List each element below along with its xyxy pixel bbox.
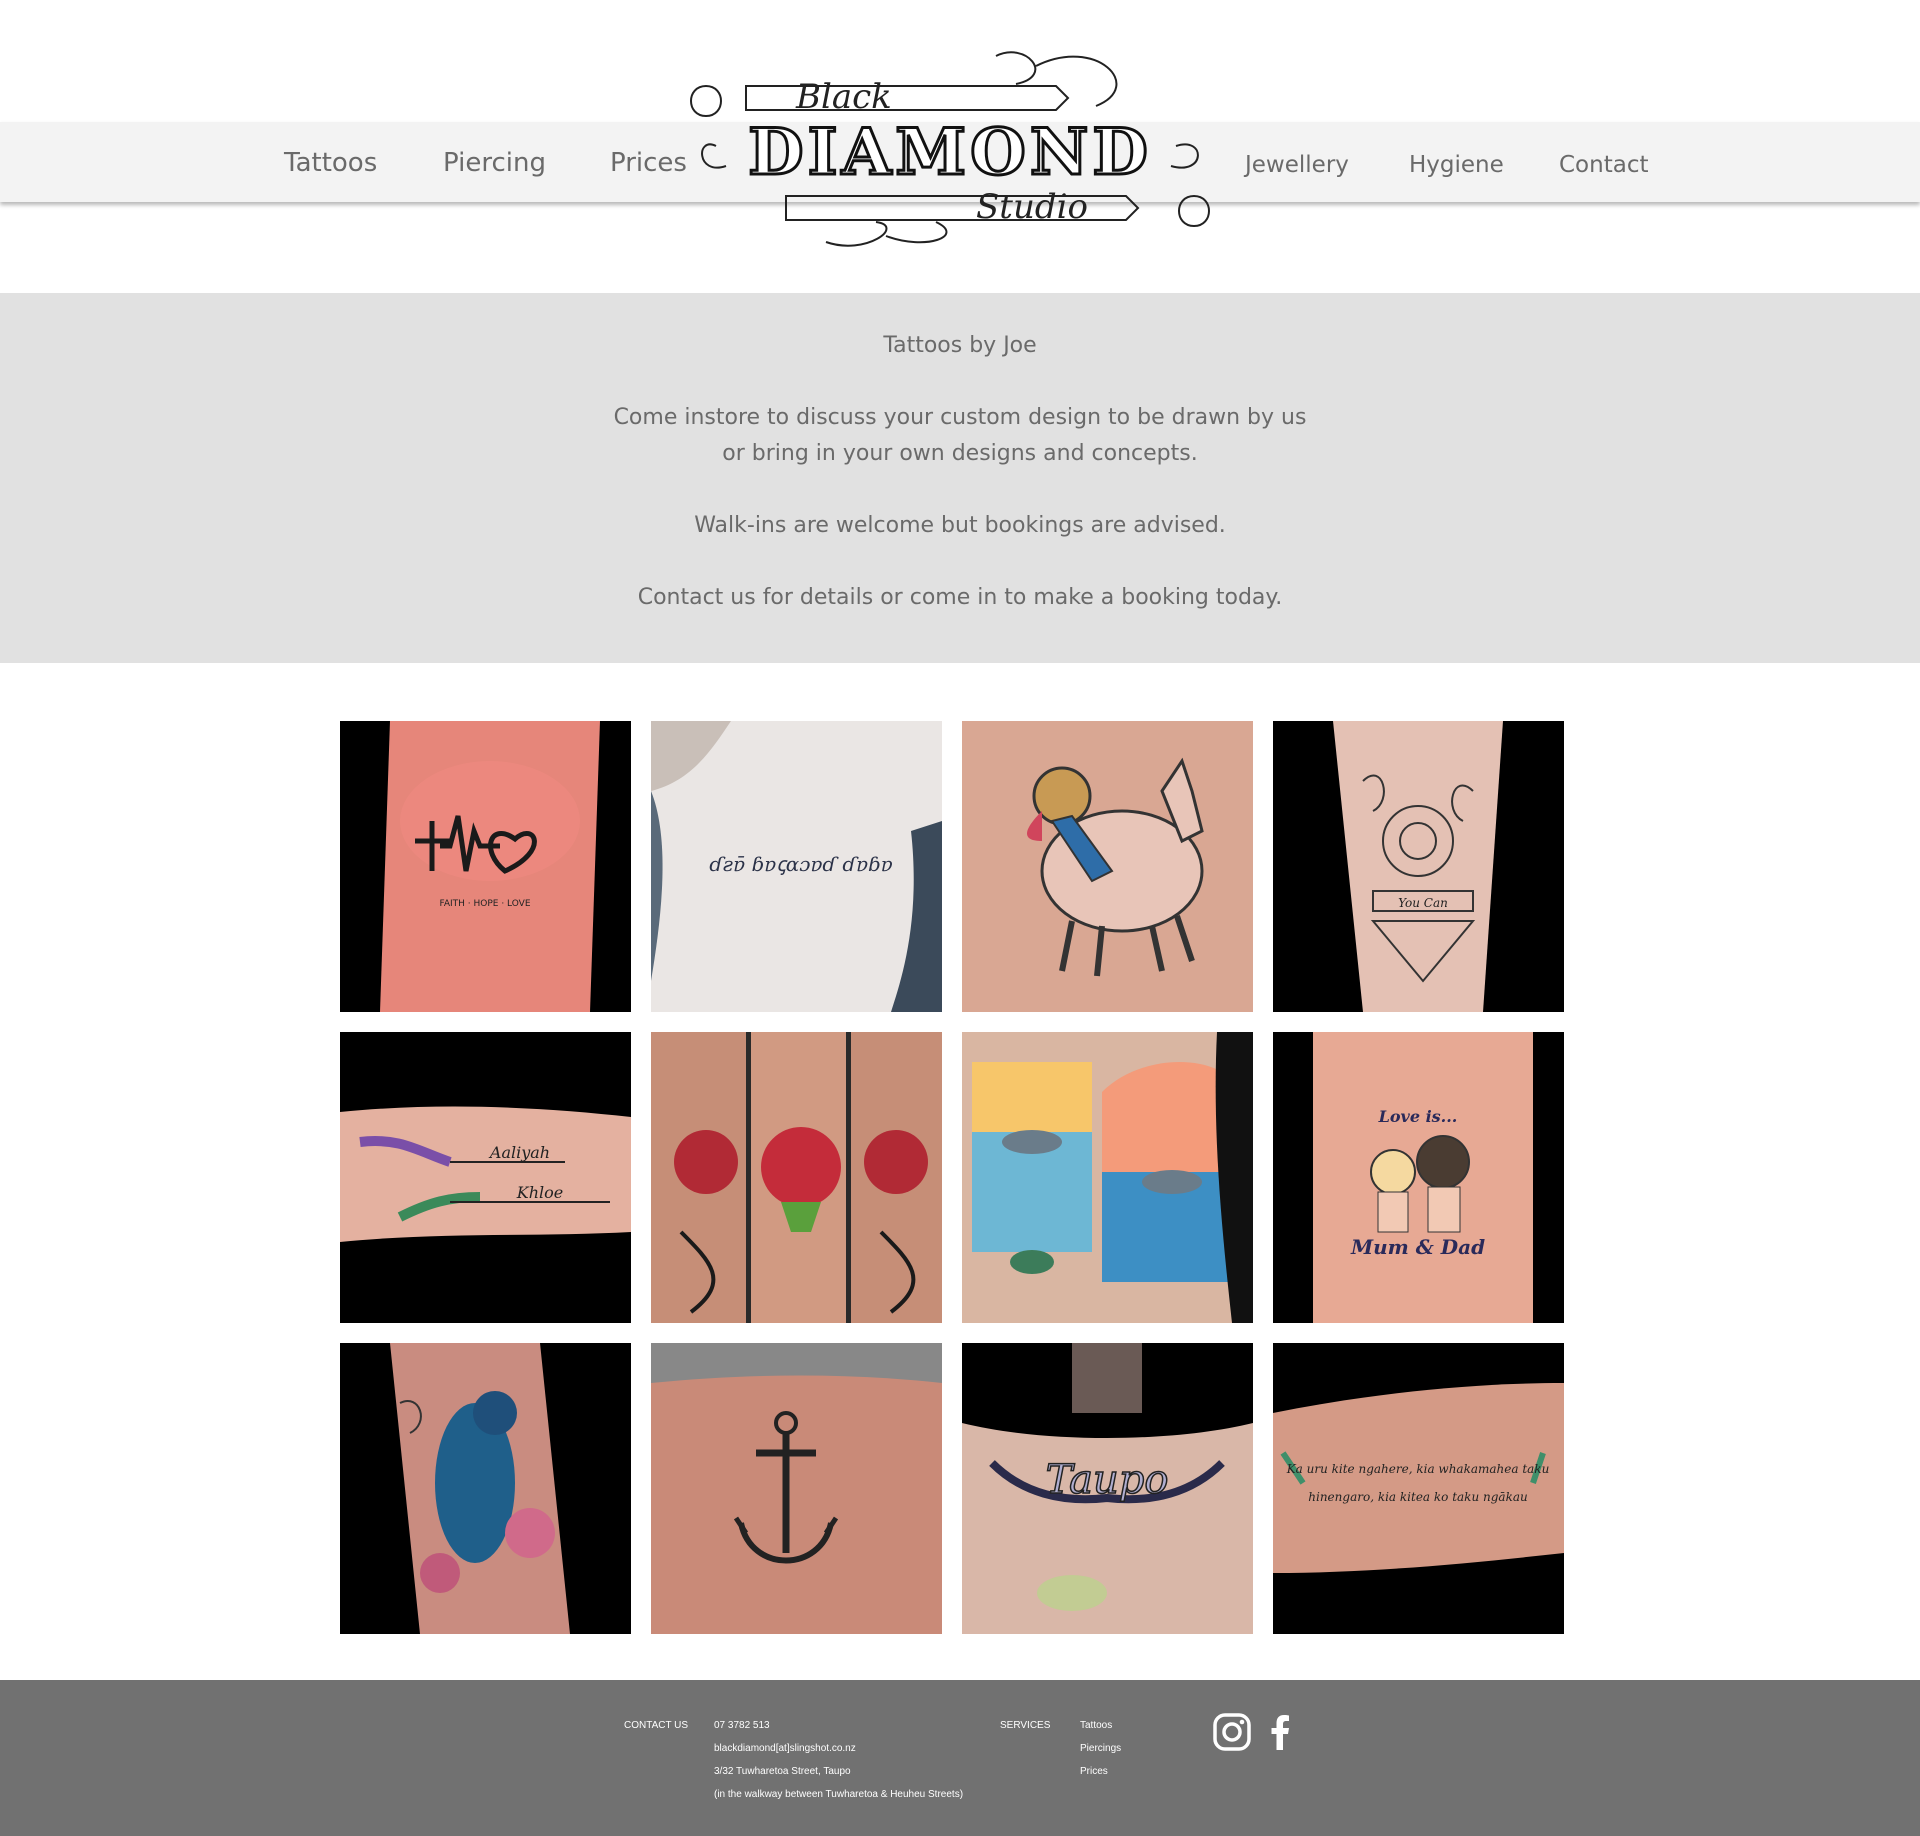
logo-studio-text: Studio [976,187,1088,227]
tattoo-gallery: FAITH · HOPE · LOVE ɗƨɐ̄ ɓɐꞔɑɔɐɗ ɗɐɓɐ Yo… [340,721,1564,1634]
tile-1-caption: FAITH · HOPE · LOVE [439,899,530,909]
gallery-tile-2[interactable]: ɗƨɐ̄ ɓɐꞔɑɔɐɗ ɗɐɓɐ [651,721,942,1012]
footer: CONTACT US 07 3782 513 blackdiamond[at]s… [0,1680,1920,1836]
gallery-tile-10[interactable] [651,1343,942,1634]
intro-line-4: Contact us for details or come in to mak… [637,585,1283,610]
tile-8-caption-1: Love is... [1378,1107,1458,1126]
nav-tattoos[interactable]: Tattoos [284,148,377,178]
gallery-tile-9[interactable] [340,1343,631,1634]
footer-phone[interactable]: 07 3782 513 [714,1720,770,1731]
tile-5-caption-1: Aaliyah [488,1143,550,1162]
intro-line-3: Walk-ins are welcome but bookings are ad… [694,513,1226,538]
gallery-tile-11[interactable]: Taupo [962,1343,1253,1634]
gallery-tile-3[interactable] [962,721,1253,1012]
intro-heading: Tattoos by Joe [883,333,1037,358]
gallery-tile-7[interactable] [962,1032,1253,1323]
logo-black-text: Black [795,77,892,117]
footer-services-label: SERVICES [1000,1720,1051,1731]
gallery-tile-1[interactable]: FAITH · HOPE · LOVE [340,721,631,1012]
tile-8-caption-2: Mum & Dad [1350,1235,1485,1259]
footer-address-note: (in the walkway between Tuwharetoa & Heu… [714,1789,964,1800]
intro-section: Tattoos by Joe Come instore to discuss y… [0,293,1920,663]
footer-service-piercings[interactable]: Piercings [1080,1743,1121,1754]
facebook-icon[interactable] [1260,1712,1300,1752]
gallery-tile-4[interactable]: You Can [1273,721,1564,1012]
tile-12-caption-2: hinengaro, kia kitea ko taku ngākau [1308,1490,1527,1504]
gallery-tile-8[interactable]: Love is... Mum & Dad [1273,1032,1564,1323]
tile-2-caption: ɗƨɐ̄ ɓɐꞔɑɔɐɗ ɗɐɓɐ [709,852,893,876]
tile-11-caption: Taupo [1046,1457,1169,1503]
footer-service-prices[interactable]: Prices [1080,1766,1108,1777]
footer-email[interactable]: blackdiamond[at]slingshot.co.nz [714,1743,856,1754]
black-diamond-studio-logo[interactable]: Black DIAMOND Studio [676,46,1224,254]
nav-jewellery[interactable]: Jewellery [1245,152,1349,178]
nav-contact[interactable]: Contact [1559,152,1648,178]
footer-service-tattoos[interactable]: Tattoos [1080,1720,1112,1731]
nav-piercing[interactable]: Piercing [443,148,546,178]
gallery-tile-5[interactable]: Aaliyah Khloe [340,1032,631,1323]
logo-diamond-text: DIAMOND [748,115,1152,190]
gallery-tile-6[interactable] [651,1032,942,1323]
footer-contact-label: CONTACT US [624,1720,689,1731]
gallery-tile-12[interactable]: Ka uru kite ngahere, kia whakamahea taku… [1273,1343,1564,1634]
intro-line-1: Come instore to discuss your custom desi… [613,405,1307,430]
tile-12-caption-1: Ka uru kite ngahere, kia whakamahea taku [1286,1462,1550,1476]
nav-hygiene[interactable]: Hygiene [1409,152,1504,178]
footer-address: 3/32 Tuwharetoa Street, Taupo [714,1766,851,1777]
instagram-icon[interactable] [1212,1712,1252,1752]
tile-4-caption: You Can [1398,896,1448,910]
intro-line-2: or bring in your own designs and concept… [722,441,1198,466]
tile-5-caption-2: Khloe [516,1183,563,1202]
